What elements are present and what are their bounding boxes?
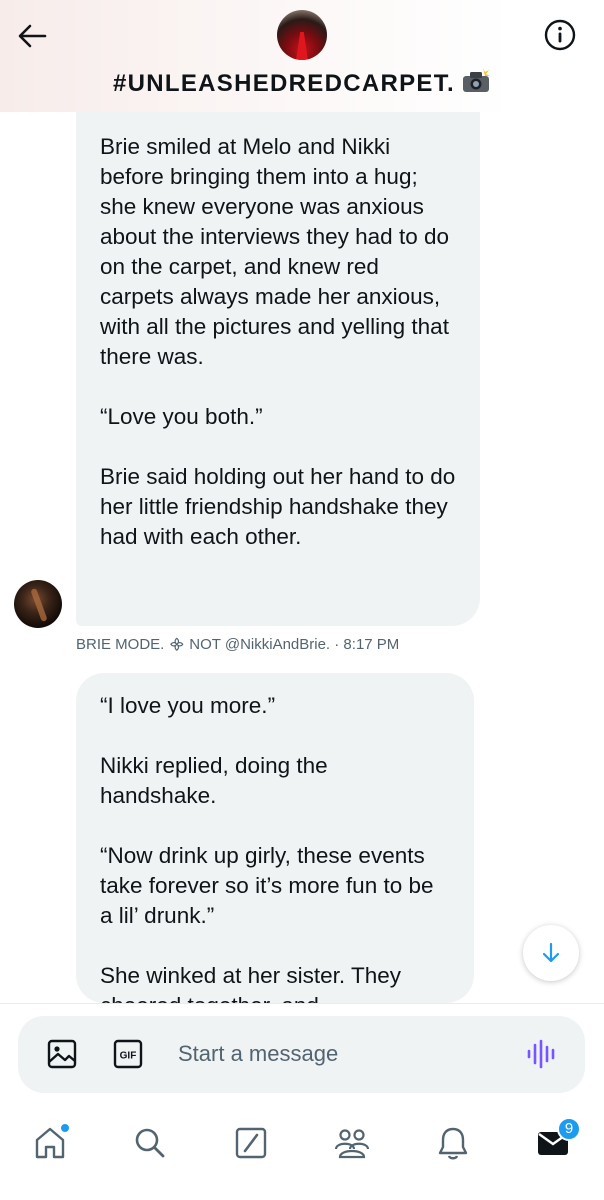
info-icon [544,19,576,51]
bottom-navigation: 9 [0,1103,604,1200]
back-button[interactable] [14,18,50,54]
communities-icon [334,1129,370,1159]
nav-grok[interactable] [229,1121,273,1165]
sender-avatar[interactable] [14,580,62,628]
nav-messages[interactable]: 9 [531,1117,581,1165]
image-icon [47,1039,77,1069]
nav-search[interactable] [128,1121,172,1165]
message-bubble[interactable]: Brie smiled at Melo and Nikki before bri… [76,112,480,626]
svg-text:GIF: GIF [120,1051,137,1062]
messages-count-badge: 9 [557,1117,581,1141]
grok-icon [235,1127,267,1159]
scroll-to-bottom-button[interactable] [523,925,579,981]
group-avatar[interactable] [277,10,327,60]
message-paragraph: Brie said holding out her hand to do her… [100,464,456,549]
title-text: #UNLEASHEDREDCARPET. [112,70,456,97]
arrow-left-icon [18,24,47,48]
message-paragraph: “Now drink up girly, these events take f… [100,843,434,928]
message-meta: BRIE MODE. ᯽ NOT @NikkiAndBrie. · 8:17 P… [76,636,400,653]
composer-area: GIF Start a message [0,1003,604,1103]
voice-waveform-icon [527,1039,555,1069]
nav-home[interactable] [28,1121,72,1165]
conversation-header: #UNLEASHEDREDCARPET. [0,0,604,112]
home-notification-dot [60,1123,70,1133]
message-paragraph: She winked at her sister. They cheered t… [100,963,401,1003]
voice-message-button[interactable] [523,1036,559,1072]
message-bubble[interactable]: “I love you more.” Nikki replied, doing … [76,673,474,1003]
message-paragraph: Brie smiled at Melo and Nikki before bri… [100,134,449,369]
message-input[interactable]: Start a message [178,1041,338,1067]
search-icon [135,1128,165,1158]
message-paragraph: “I love you more.” [100,693,276,718]
conversation-title: #UNLEASHEDREDCARPET. [0,68,604,101]
nav-notifications[interactable] [431,1121,475,1165]
message-paragraph: “Love you both.” [100,404,263,429]
gif-icon: GIF [113,1039,143,1069]
arrow-down-icon [542,942,560,963]
camera-flash-emoji [461,68,491,101]
add-photo-button[interactable] [44,1036,80,1072]
add-gif-button[interactable]: GIF [110,1036,146,1072]
nav-communities[interactable] [330,1121,374,1165]
info-button[interactable] [542,17,578,53]
message-paragraph: Nikki replied, doing the handshake. [100,753,328,808]
notifications-icon [438,1127,468,1160]
message-composer[interactable]: GIF Start a message [18,1016,585,1093]
